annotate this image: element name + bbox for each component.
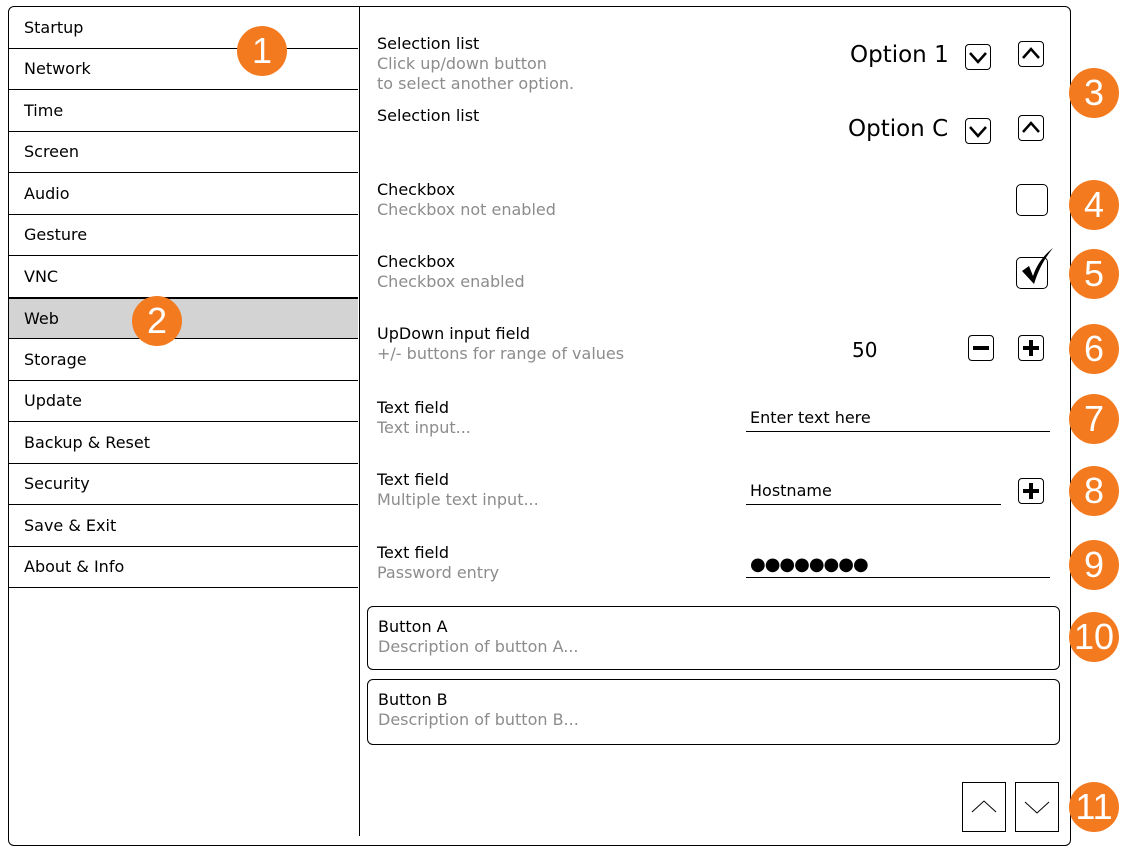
- sidebar-item-update[interactable]: Update: [9, 381, 358, 422]
- callout-badge: 8: [1069, 466, 1119, 516]
- button-label: Button A: [378, 617, 448, 636]
- sidebar-item-storage[interactable]: Storage: [9, 339, 358, 381]
- selection-value: Option C: [848, 116, 949, 142]
- setting-label: UpDown input field: [377, 324, 531, 343]
- add-text-button[interactable]: [1018, 478, 1044, 504]
- selection-list-row: Selection list: [377, 106, 479, 126]
- setting-label: Text field: [377, 398, 449, 417]
- sidebar-item-label: Backup & Reset: [24, 432, 150, 452]
- selection-value: Option 1: [850, 42, 949, 68]
- callout-badge: 10: [1069, 612, 1119, 662]
- decrement-button[interactable]: [968, 335, 994, 361]
- page-up-button[interactable]: [962, 782, 1006, 832]
- button-label: Button B: [378, 690, 448, 709]
- callout-badge: 9: [1069, 540, 1119, 590]
- page-down-button[interactable]: [1015, 782, 1059, 832]
- setting-label: Selection list: [377, 106, 480, 125]
- selection-list-row: Selection list Click up/down button to s…: [377, 34, 574, 94]
- sidebar-item-gesture[interactable]: Gesture: [9, 215, 358, 256]
- updown-value: 50: [852, 338, 878, 362]
- hostname-input[interactable]: Hostname: [746, 481, 1001, 505]
- select-down-button[interactable]: [965, 118, 991, 144]
- callout-badge: 3: [1069, 68, 1119, 118]
- chevron-up-icon: [971, 800, 997, 813]
- setting-label: Text field: [377, 543, 449, 562]
- setting-description: Text input...: [377, 418, 471, 437]
- button-description: Description of button B...: [378, 710, 579, 729]
- sidebar-item-time[interactable]: Time: [9, 90, 358, 132]
- sidebar-item-backup-reset[interactable]: Backup & Reset: [9, 422, 358, 464]
- callout-badge: 4: [1069, 180, 1119, 230]
- checkbox-row: Checkbox Checkbox not enabled: [377, 180, 556, 220]
- select-down-button[interactable]: [965, 44, 991, 70]
- callout-badge: 5: [1069, 249, 1119, 299]
- text-input[interactable]: Enter text here: [746, 408, 1050, 432]
- setting-description: Checkbox enabled: [377, 272, 525, 291]
- button-description: Description of button A...: [378, 637, 579, 656]
- sidebar-item-network[interactable]: Network: [9, 49, 358, 90]
- sidebar-item-label: Startup: [24, 17, 84, 37]
- setting-label: Selection list: [377, 34, 480, 53]
- chevron-up-icon: [1022, 121, 1040, 133]
- sidebar-item-audio[interactable]: Audio: [9, 173, 358, 215]
- setting-label: Text field: [377, 470, 449, 489]
- sidebar-item-label: Update: [24, 391, 82, 411]
- select-up-button[interactable]: [1018, 41, 1044, 67]
- sidebar-item-label: VNC: [24, 266, 59, 286]
- plus-icon: [1023, 483, 1039, 499]
- sidebar-item-label: About & Info: [24, 557, 125, 577]
- sidebar-item-label: Security: [24, 474, 90, 494]
- select-up-button[interactable]: [1018, 115, 1044, 141]
- chevron-up-icon: [1022, 47, 1040, 59]
- setting-label: Checkbox: [377, 180, 456, 199]
- callout-badge: 1: [237, 26, 287, 76]
- plus-icon: [1023, 340, 1039, 356]
- sidebar-item-label: Network: [24, 59, 91, 79]
- sidebar-item-vnc[interactable]: VNC: [9, 256, 358, 298]
- sidebar-item-security[interactable]: Security: [9, 464, 358, 505]
- minus-icon: [973, 346, 989, 350]
- callout-badge: 7: [1069, 394, 1119, 444]
- text-field-row: Text field Text input...: [377, 398, 471, 438]
- sidebar-item-label: Time: [24, 100, 64, 120]
- checkbox-unchecked[interactable]: [1016, 184, 1048, 216]
- callout-badge: 6: [1069, 324, 1119, 374]
- setting-description: Checkbox not enabled: [377, 200, 556, 219]
- sidebar-item-label: Save & Exit: [24, 515, 117, 535]
- updown-row: UpDown input field +/- buttons for range…: [377, 324, 624, 364]
- button-b[interactable]: Button B Description of button B...: [367, 679, 1060, 745]
- password-input[interactable]: ●●●●●●●●: [746, 554, 1050, 578]
- callout-badge: 2: [132, 296, 182, 346]
- increment-button[interactable]: [1018, 335, 1044, 361]
- sidebar-item-label: Gesture: [24, 225, 88, 245]
- sidebar-item-web[interactable]: Web: [9, 297, 358, 339]
- checkbox-row: Checkbox Checkbox enabled: [377, 252, 525, 292]
- checkmark-icon: [1022, 248, 1053, 284]
- sidebar-item-about-info[interactable]: About & Info: [9, 547, 358, 588]
- setting-description: +/- buttons for range of values: [377, 344, 625, 363]
- chevron-down-icon: [1024, 801, 1050, 814]
- button-a[interactable]: Button A Description of button A...: [367, 606, 1060, 670]
- sidebar-item-save-exit[interactable]: Save & Exit: [9, 505, 358, 547]
- sidebar-item-label: Storage: [24, 349, 87, 369]
- setting-description: Click up/down button: [377, 54, 547, 73]
- sidebar-item-label: Audio: [24, 183, 70, 203]
- password-row: Text field Password entry: [377, 543, 499, 583]
- sidebar-item-label: Screen: [24, 142, 80, 162]
- sidebar-item-label: Web: [24, 308, 59, 328]
- setting-description: Multiple text input...: [377, 490, 539, 509]
- sidebar-item-startup[interactable]: Startup: [9, 7, 358, 49]
- callout-badge: 11: [1069, 782, 1119, 832]
- sidebar-item-screen[interactable]: Screen: [9, 132, 358, 173]
- checkbox-checked[interactable]: [1016, 248, 1053, 289]
- setting-description: to select another option.: [377, 74, 575, 93]
- setting-label: Checkbox: [377, 252, 456, 271]
- chevron-down-icon: [969, 52, 987, 64]
- setting-description: Password entry: [377, 563, 500, 582]
- chevron-down-icon: [969, 126, 987, 138]
- sidebar: Startup Network Time Screen Audio Gestur…: [9, 7, 360, 836]
- text-field-row: Text field Multiple text input...: [377, 470, 539, 510]
